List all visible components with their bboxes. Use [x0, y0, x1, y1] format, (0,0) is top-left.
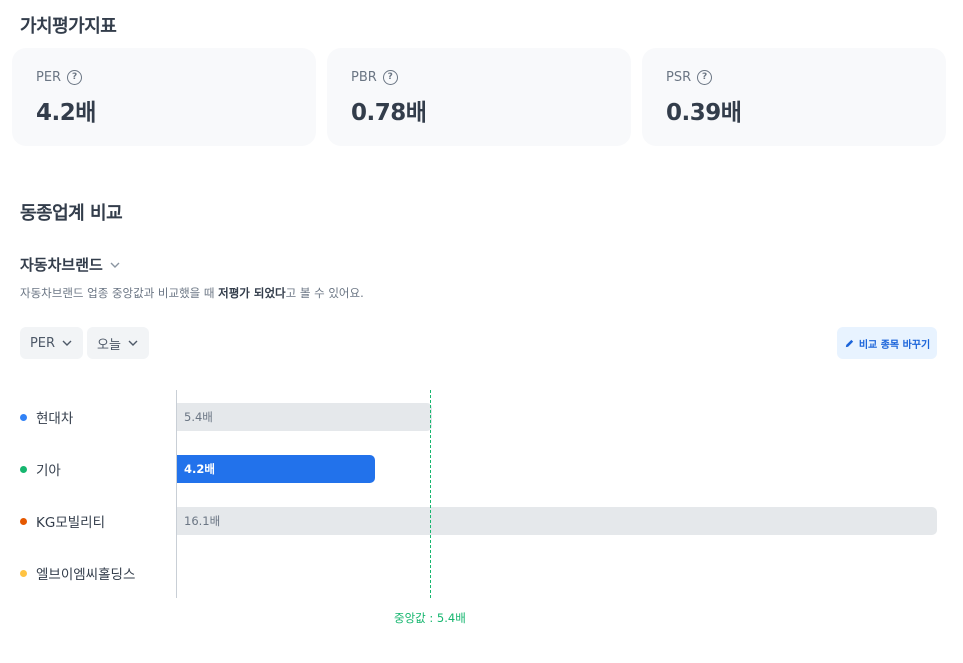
bar-value-label: 16.1배: [184, 514, 221, 528]
per-card: PER ? 4.2배: [12, 48, 316, 146]
median-line: [430, 390, 431, 598]
chevron-down-icon: [62, 340, 72, 346]
undervalued-highlight: 저평가 되었다: [218, 286, 286, 300]
peer-row-label: 기아: [20, 459, 61, 479]
peer-row-label: 현대차: [20, 407, 73, 427]
valuation-cards: PER ? 4.2배 PBR ? 0.78배 PSR ? 0.39배: [12, 48, 946, 146]
bar-value-label: 5.4배: [184, 410, 213, 424]
psr-card: PSR ? 0.39배: [642, 48, 946, 146]
per-value: 4.2배: [36, 100, 96, 126]
pbr-value: 0.78배: [351, 100, 427, 126]
per-label: PER: [36, 70, 62, 85]
period-dropdown-value: 오늘: [97, 337, 121, 353]
pbr-card: PBR ? 0.78배: [327, 48, 631, 146]
pbr-label: PBR: [351, 70, 377, 85]
series-dot: [20, 465, 27, 473]
change-comparison-button[interactable]: 비교 종목 바꾸기: [837, 327, 937, 359]
series-dot: [20, 413, 27, 421]
chevron-down-icon: [110, 262, 120, 268]
series-dot: [20, 569, 27, 577]
help-icon[interactable]: ?: [697, 70, 713, 85]
valuation-title: 가치평가지표: [20, 16, 117, 37]
chevron-down-icon: [128, 340, 138, 346]
industry-selector[interactable]: 자동차브랜드: [20, 254, 121, 275]
help-icon[interactable]: ?: [67, 70, 83, 85]
series-dot: [20, 517, 27, 525]
psr-value: 0.39배: [666, 100, 742, 126]
metric-dropdown[interactable]: PER: [20, 327, 83, 359]
psr-label: PSR: [666, 70, 692, 85]
value-bar: 4.2배: [177, 455, 375, 483]
bar-value-label: 4.2배: [184, 462, 215, 476]
peer-row-label: KG모빌리티: [20, 511, 105, 531]
peer-row-label: 엘브이엠씨홀딩스: [20, 563, 135, 583]
period-dropdown[interactable]: 오늘: [87, 327, 149, 359]
industry-label: 자동차브랜드: [20, 256, 103, 274]
comparison-description: 자동차브랜드 업종 중앙값과 비교했을 때 저평가 되었다고 볼 수 있어요.: [20, 286, 364, 300]
value-bar: 16.1배: [177, 507, 937, 535]
peer-comparison-title: 동종업계 비교: [20, 203, 123, 224]
metric-dropdown-value: PER: [29, 335, 56, 351]
change-comparison-label: 비교 종목 바꾸기: [858, 339, 931, 351]
median-label: 중앙값 : 5.4배: [394, 611, 466, 625]
value-bar: 5.4배: [177, 403, 432, 431]
help-icon[interactable]: ?: [382, 70, 398, 85]
pencil-icon: [845, 339, 853, 347]
